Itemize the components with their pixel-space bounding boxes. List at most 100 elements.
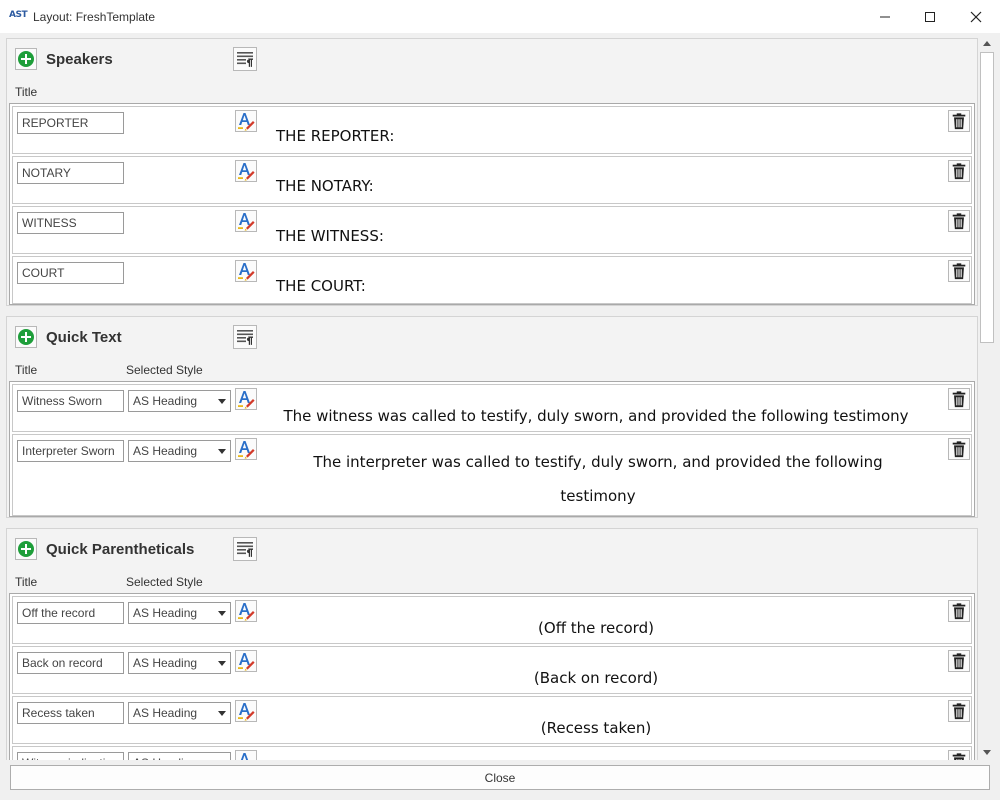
speakers-list: THE REPORTER: THE NOTARY: THE WITNESS:	[9, 103, 975, 305]
quick-text-title-input[interactable]	[17, 390, 124, 412]
style-dropdown[interactable]: AS Heading	[128, 390, 231, 412]
delete-button[interactable]	[948, 260, 970, 282]
delete-button[interactable]	[948, 160, 970, 182]
font-style-button[interactable]	[235, 650, 257, 672]
speakers-paragraph-button[interactable]	[233, 47, 257, 71]
chevron-down-icon	[218, 611, 226, 616]
maximize-button[interactable]	[907, 0, 953, 34]
font-style-icon	[236, 651, 256, 671]
vertical-scrollbar[interactable]	[979, 36, 995, 760]
trash-icon	[950, 112, 968, 130]
close-icon	[970, 11, 982, 23]
font-style-button[interactable]	[235, 110, 257, 132]
speaker-row: THE REPORTER:	[12, 106, 972, 154]
add-parenthetical-button[interactable]	[15, 538, 37, 560]
close-window-button[interactable]	[953, 0, 999, 34]
trash-icon	[950, 602, 968, 620]
parentheticals-list: AS Heading (Off the record) AS Heading (…	[9, 593, 975, 760]
speaker-title-input[interactable]	[17, 212, 124, 234]
section-title: Quick Text	[46, 329, 122, 346]
delete-button[interactable]	[948, 600, 970, 622]
style-dropdown[interactable]: AS Heading	[128, 602, 231, 624]
quick-text-list: AS Heading The witness was called to tes…	[9, 381, 975, 517]
font-style-button[interactable]	[235, 260, 257, 282]
parenthetical-title-input[interactable]	[17, 752, 124, 760]
speaker-preview: THE COURT:	[276, 277, 366, 295]
paragraph-icon	[235, 49, 255, 69]
font-style-icon	[236, 701, 256, 721]
quick-text-title-input[interactable]	[17, 440, 124, 462]
scroll-down-button[interactable]	[979, 746, 995, 760]
font-style-button[interactable]	[235, 160, 257, 182]
delete-button[interactable]	[948, 438, 970, 460]
font-style-icon	[236, 161, 256, 181]
parenthetical-preview: (Off the record)	[538, 619, 654, 637]
speaker-preview: THE REPORTER:	[276, 127, 395, 145]
style-dropdown-value: AS Heading	[133, 606, 198, 620]
style-dropdown-value: AS Heading	[133, 394, 198, 408]
paragraph-icon	[235, 327, 255, 347]
font-style-icon	[236, 439, 256, 459]
chevron-down-icon	[218, 661, 226, 666]
column-title-label: Title	[15, 363, 38, 377]
font-style-button[interactable]	[235, 700, 257, 722]
delete-button[interactable]	[948, 110, 970, 132]
speaker-title-input[interactable]	[17, 262, 124, 284]
trash-icon	[950, 702, 968, 720]
column-title-label: Title	[15, 85, 38, 99]
speakers-section: Speakers Title THE REPORTER: THE NOTARY:	[6, 38, 978, 306]
style-dropdown[interactable]: AS Heading	[128, 702, 231, 724]
speaker-row: THE COURT:	[12, 256, 972, 304]
font-style-icon	[236, 389, 256, 409]
scrollbar-thumb[interactable]	[980, 52, 994, 343]
quick-text-paragraph-button[interactable]	[233, 325, 257, 349]
scroll-up-button[interactable]	[979, 36, 995, 50]
chevron-down-icon	[218, 711, 226, 716]
font-style-icon	[236, 111, 256, 131]
trash-icon	[950, 652, 968, 670]
trash-icon	[950, 212, 968, 230]
speaker-title-input[interactable]	[17, 112, 124, 134]
trash-icon	[950, 752, 968, 760]
quick-text-preview: The interpreter was called to testify, d…	[313, 453, 883, 505]
font-style-button[interactable]	[235, 438, 257, 460]
speaker-preview: THE NOTARY:	[276, 177, 374, 195]
column-style-label: Selected Style	[126, 575, 203, 589]
column-style-label: Selected Style	[126, 363, 203, 377]
speaker-row: THE WITNESS:	[12, 206, 972, 254]
quick-text-header: Quick Text	[15, 325, 315, 349]
delete-button[interactable]	[948, 700, 970, 722]
delete-button[interactable]	[948, 750, 970, 760]
parentheticals-paragraph-button[interactable]	[233, 537, 257, 561]
minimize-button[interactable]	[862, 0, 908, 34]
trash-icon	[950, 162, 968, 180]
paragraph-icon	[235, 539, 255, 559]
speaker-title-input[interactable]	[17, 162, 124, 184]
parenthetical-row: AS Heading	[12, 746, 972, 760]
quick-text-section: Quick Text Title Selected Style AS Headi…	[6, 316, 978, 518]
style-dropdown[interactable]: AS Heading	[128, 440, 231, 462]
add-icon	[18, 51, 34, 67]
add-speaker-button[interactable]	[15, 48, 37, 70]
font-style-button[interactable]	[235, 210, 257, 232]
style-dropdown-value: AS Heading	[133, 706, 198, 720]
font-style-button[interactable]	[235, 750, 257, 760]
parenthetical-preview: (Recess taken)	[540, 719, 652, 737]
delete-button[interactable]	[948, 650, 970, 672]
style-dropdown[interactable]: AS Heading	[128, 752, 231, 760]
close-button[interactable]: Close	[10, 765, 990, 790]
style-dropdown[interactable]: AS Heading	[128, 652, 231, 674]
section-title: Speakers	[46, 51, 113, 68]
font-style-button[interactable]	[235, 600, 257, 622]
add-icon	[18, 329, 34, 345]
delete-button[interactable]	[948, 210, 970, 232]
parenthetical-row: AS Heading (Recess taken)	[12, 696, 972, 744]
font-style-button[interactable]	[235, 388, 257, 410]
minimize-icon	[880, 16, 890, 18]
parenthetical-title-input[interactable]	[17, 702, 124, 724]
parenthetical-title-input[interactable]	[17, 652, 124, 674]
add-quick-text-button[interactable]	[15, 326, 37, 348]
layout-scroll-area[interactable]: Speakers Title THE REPORTER: THE NOTARY:	[6, 36, 978, 760]
parenthetical-title-input[interactable]	[17, 602, 124, 624]
delete-button[interactable]	[948, 388, 970, 410]
